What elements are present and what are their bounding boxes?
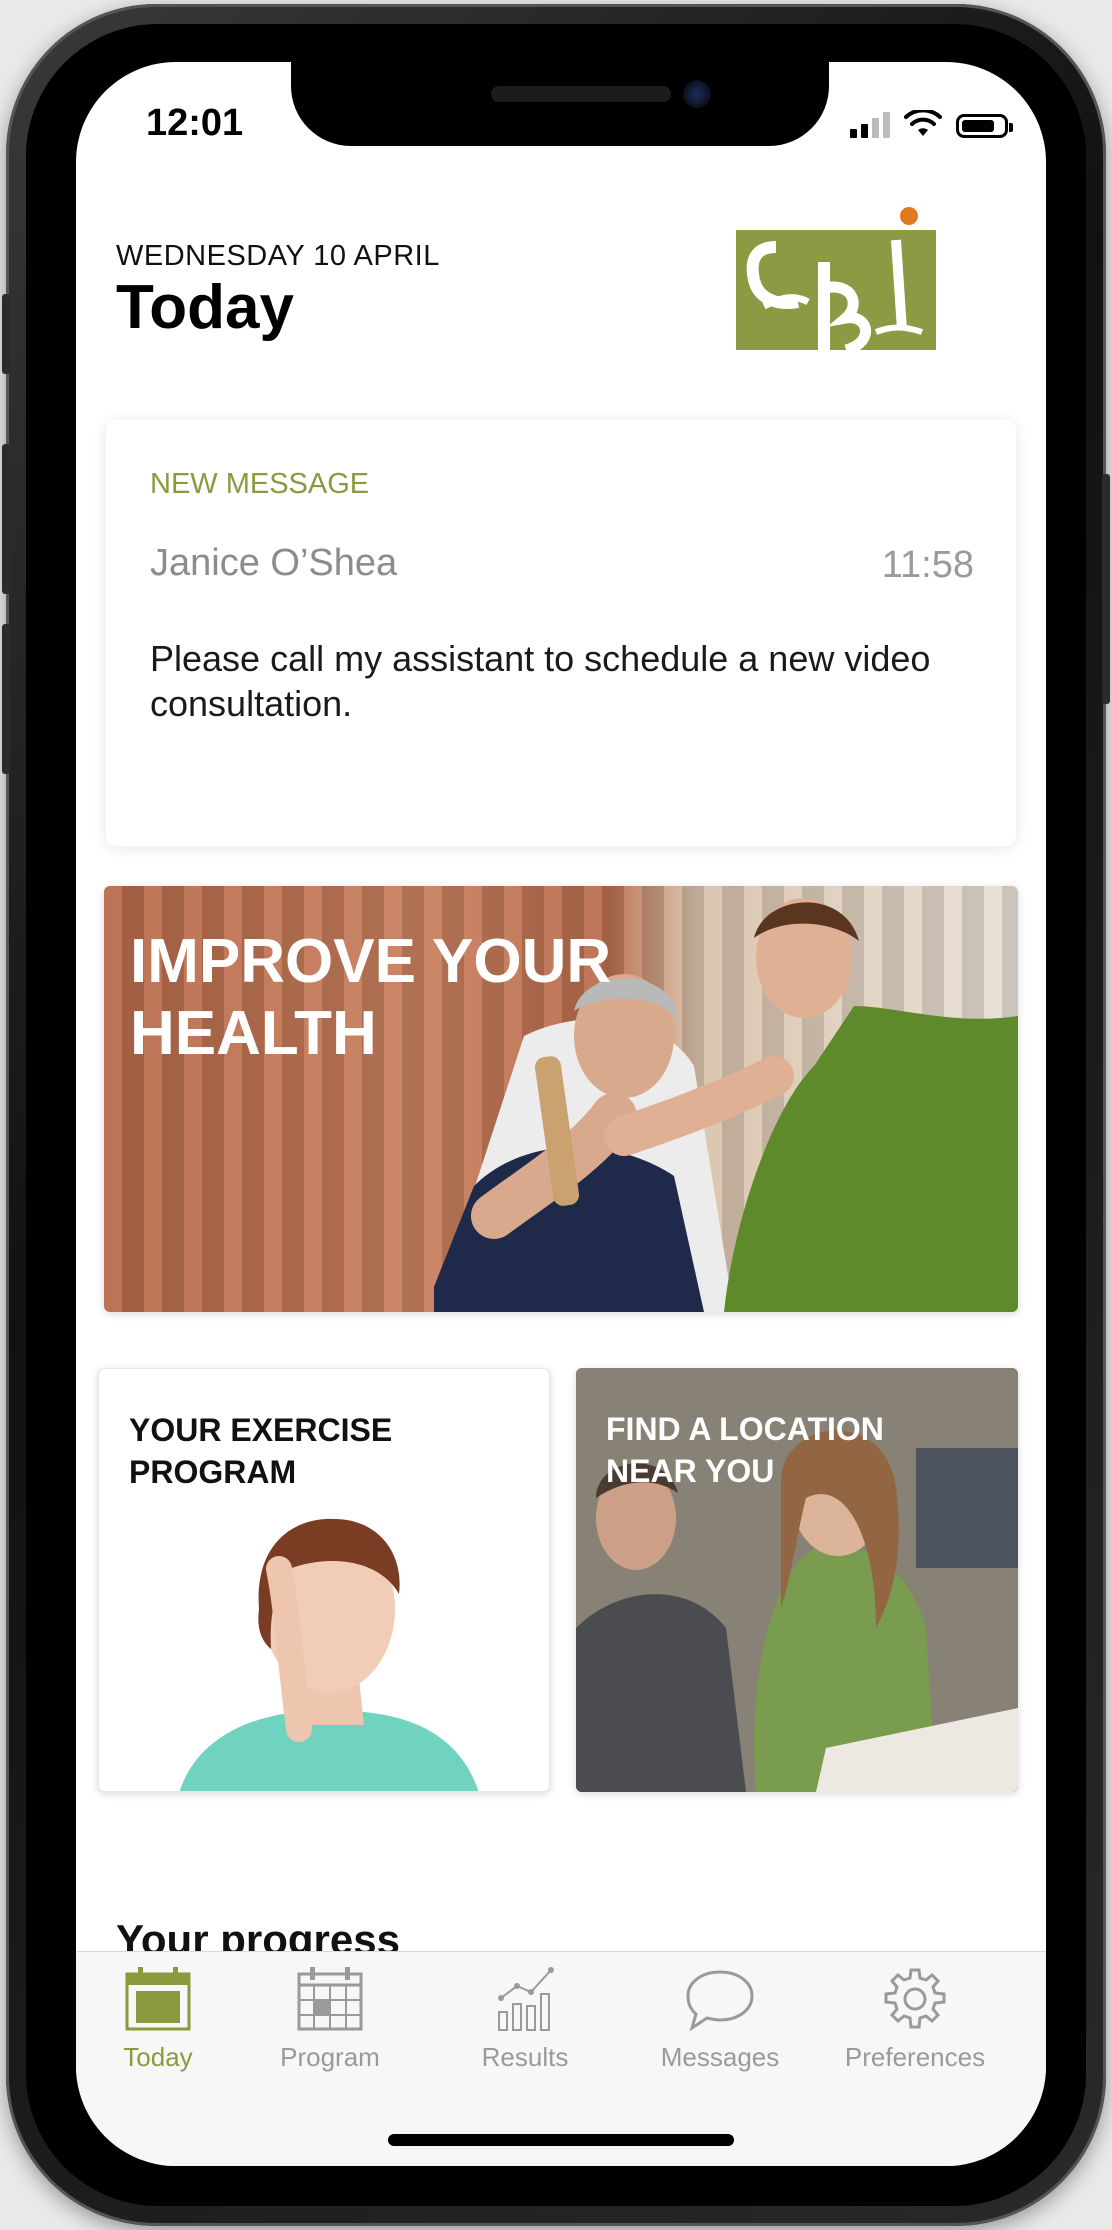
woman-illustration (179, 1518, 479, 1791)
improve-health-banner[interactable]: IMPROVE YOUR HEALTH (104, 886, 1018, 1312)
exercise-tile-title: YOUR EXERCISE PROGRAM (129, 1412, 393, 1490)
tab-results[interactable]: Results (445, 1966, 605, 2073)
date-label: WEDNESDAY 10 APRIL (116, 240, 440, 272)
new-message-card[interactable]: NEW MESSAGE Janice O’Shea 11:58 Please c… (106, 420, 1016, 846)
gear-icon (884, 1968, 946, 2029)
message-sender: Janice O’Shea (150, 542, 398, 584)
home-indicator[interactable] (388, 2134, 734, 2146)
message-time: 11:58 (881, 544, 974, 586)
volume-up-button (2, 444, 10, 594)
page-title: Today (116, 273, 294, 342)
location-tile-title: FIND A LOCATION NEAR YOU (606, 1411, 884, 1489)
mute-switch (2, 294, 10, 374)
message-tag: NEW MESSAGE (150, 468, 370, 500)
calendar-grid-icon (297, 1967, 363, 2031)
tab-today-label: Today (123, 2042, 193, 2072)
notch (291, 62, 829, 146)
front-camera (683, 80, 711, 108)
tab-bar: Today Program Results Messages Preferenc… (76, 1951, 1046, 2166)
tab-today[interactable]: Today (78, 1966, 238, 2073)
cbi-logo (736, 207, 936, 350)
tab-results-label: Results (481, 2042, 569, 2072)
tab-preferences[interactable]: Preferences (835, 1966, 995, 2073)
bar-chart-icon (498, 1967, 554, 2031)
tab-preferences-label: Preferences (844, 2042, 986, 2072)
wifi-icon (904, 110, 942, 136)
speech-bubble-icon (686, 1970, 754, 2032)
message-body: Please call my assistant to schedule a n… (150, 638, 931, 724)
status-icons (850, 110, 1013, 138)
battery-icon (956, 114, 1013, 138)
tab-messages[interactable]: Messages (640, 1966, 800, 2073)
tab-program-label: Program (280, 2042, 380, 2072)
status-time: 12:01 (146, 102, 244, 144)
tab-program[interactable]: Program (250, 1966, 410, 2073)
earpiece-speaker (491, 86, 671, 102)
volume-down-button (2, 624, 10, 774)
cellular-signal-icon (850, 112, 890, 138)
app-screen: 12:01 WEDNESDAY 10 APRIL Today NEW MESSA… (76, 62, 1046, 2166)
hero-title: IMPROVE YOUR HEALTH (130, 927, 612, 1068)
exercise-program-tile[interactable]: YOUR EXERCISE PROGRAM (98, 1368, 550, 1792)
tab-messages-label: Messages (660, 2042, 780, 2072)
find-location-tile[interactable]: FIND A LOCATION NEAR YOU (576, 1368, 1018, 1792)
calendar-icon (125, 1967, 191, 2031)
power-button (1102, 474, 1110, 704)
